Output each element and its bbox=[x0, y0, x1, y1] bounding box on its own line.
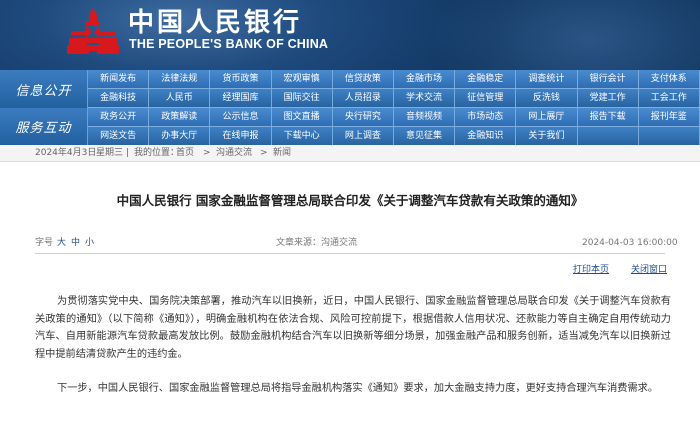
nav-item[interactable]: 音频视频 bbox=[394, 108, 456, 126]
nav-row-1: 新闻发布 法律法规 货币政策 宏观审慎 信贷政策 金融市场 金融稳定 调查统计 … bbox=[88, 70, 700, 89]
nav-item[interactable]: 宏观审慎 bbox=[272, 70, 333, 88]
source-label: 文章来源： bbox=[276, 238, 322, 248]
header-glow bbox=[430, 0, 700, 70]
font-small-link[interactable]: 小 bbox=[85, 237, 94, 249]
nav-row-2: 金融科技 人民币 经理国库 国际交往 人员招录 学术交流 征信管理 反洗钱 党建… bbox=[88, 89, 700, 108]
nav-item[interactable]: 党建工作 bbox=[578, 89, 639, 107]
pboc-emblem-icon[interactable] bbox=[66, 7, 120, 55]
close-window-link[interactable]: 关闭窗口 bbox=[631, 264, 667, 276]
nav-item[interactable]: 公示信息 bbox=[210, 108, 272, 126]
nav-section-service-label: 服务互动 bbox=[0, 108, 88, 145]
breadcrumb-location-label: 我的位置： bbox=[134, 148, 180, 158]
meta-divider bbox=[35, 253, 665, 254]
font-large-link[interactable]: 大 bbox=[57, 237, 66, 249]
breadcrumb-separator: | bbox=[126, 148, 130, 158]
nav-item[interactable]: 金融稳定 bbox=[455, 70, 517, 88]
site-title-cn: 中国人民银行 bbox=[128, 8, 303, 38]
nav-item[interactable]: 网上展厅 bbox=[516, 108, 578, 126]
nav-item[interactable]: 学术交流 bbox=[394, 89, 456, 107]
article-paragraph-2: 下一步，中国人民银行、国家金融监督管理总局将指导金融机构落实《通知》要求，加大金… bbox=[57, 383, 659, 394]
source-value: 沟通交流 bbox=[321, 238, 358, 248]
publish-datetime: 2024-04-03 16:00:00 bbox=[582, 238, 678, 248]
nav-item[interactable]: 新闻发布 bbox=[88, 70, 150, 88]
nav-item[interactable]: 在线申报 bbox=[210, 127, 272, 145]
nav-item[interactable]: 意见征集 bbox=[394, 127, 456, 145]
breadcrumb-arrow: > bbox=[260, 148, 268, 158]
nav-item[interactable]: 支付体系 bbox=[639, 70, 700, 88]
breadcrumb: 2024年4月3日 星期三 | 我的位置： 首页 > 沟通交流 > 新闻 bbox=[0, 145, 700, 162]
nav-item[interactable]: 银行会计 bbox=[578, 70, 639, 88]
nav-item[interactable]: 下载中心 bbox=[272, 127, 333, 145]
nav-section-info-label: 信息公开 bbox=[0, 70, 88, 108]
breadcrumb-home-link[interactable]: 首页 bbox=[176, 147, 194, 159]
nav-item-empty bbox=[578, 127, 639, 145]
nav-item[interactable]: 调查统计 bbox=[516, 70, 578, 88]
nav-item[interactable]: 网送文告 bbox=[88, 127, 150, 145]
nav-item[interactable]: 报刊年鉴 bbox=[639, 108, 700, 126]
nav-item[interactable]: 报告下载 bbox=[578, 108, 639, 126]
font-size-label: 字号 bbox=[35, 238, 54, 248]
breadcrumb-arrow: > bbox=[203, 148, 211, 158]
nav-item[interactable]: 金融市场 bbox=[394, 70, 456, 88]
nav-item[interactable]: 政务公开 bbox=[88, 108, 150, 126]
breadcrumb-level2-link[interactable]: 新闻 bbox=[273, 147, 291, 159]
nav-item[interactable]: 信贷政策 bbox=[333, 70, 394, 88]
nav-item[interactable]: 关于我们 bbox=[516, 127, 578, 145]
nav-item[interactable]: 图文直播 bbox=[272, 108, 333, 126]
article-paragraph-1: 为贯彻落实党中央、国务院决策部署，推动汽车以旧换新，近日，中国人民银行、国家金融… bbox=[35, 296, 671, 360]
nav-group-info: 信息公开 新闻发布 法律法规 货币政策 宏观审慎 信贷政策 金融市场 金融稳定 … bbox=[0, 70, 700, 108]
current-weekday: 星期三 bbox=[96, 148, 124, 158]
nav-item[interactable]: 国际交往 bbox=[272, 89, 333, 107]
nav-row-4: 网送文告 办事大厅 在线申报 下载中心 网上调查 意见征集 金融知识 关于我们 bbox=[88, 127, 700, 146]
nav-item[interactable]: 政策解读 bbox=[149, 108, 211, 126]
nav-item[interactable]: 征信管理 bbox=[455, 89, 517, 107]
print-page-link[interactable]: 打印本页 bbox=[573, 264, 609, 276]
nav-item[interactable]: 金融知识 bbox=[455, 127, 517, 145]
main-navigation: 信息公开 新闻发布 法律法规 货币政策 宏观审慎 信贷政策 金融市场 金融稳定 … bbox=[0, 70, 700, 146]
article-area: 中国人民银行 国家金融监督管理总局联合印发《关于调整汽车贷款有关政策的通知》 字… bbox=[0, 162, 700, 431]
nav-item[interactable]: 经理国库 bbox=[210, 89, 272, 107]
nav-item[interactable]: 人员招录 bbox=[333, 89, 394, 107]
nav-item[interactable]: 工会工作 bbox=[639, 89, 700, 107]
nav-item[interactable]: 人民币 bbox=[149, 89, 211, 107]
site-title-en: THE PEOPLE'S BANK OF CHINA bbox=[129, 37, 329, 51]
nav-row-3: 政务公开 政策解读 公示信息 图文直播 央行研究 音频视频 市场动态 网上展厅 … bbox=[88, 108, 700, 127]
nav-item[interactable]: 市场动态 bbox=[455, 108, 517, 126]
nav-group-service: 服务互动 政务公开 政策解读 公示信息 图文直播 央行研究 音频视频 市场动态 … bbox=[0, 108, 700, 146]
breadcrumb-level1-link[interactable]: 沟通交流 bbox=[216, 147, 252, 159]
current-date: 2024年4月3日 bbox=[35, 148, 97, 158]
nav-item[interactable]: 网上调查 bbox=[333, 127, 394, 145]
nav-item-empty bbox=[639, 127, 700, 145]
font-medium-link[interactable]: 中 bbox=[71, 237, 80, 249]
nav-item[interactable]: 办事大厅 bbox=[149, 127, 211, 145]
site-header: 中国人民银行 THE PEOPLE'S BANK OF CHINA bbox=[0, 0, 700, 70]
nav-item[interactable]: 反洗钱 bbox=[516, 89, 578, 107]
nav-item[interactable]: 货币政策 bbox=[210, 70, 272, 88]
nav-item[interactable]: 法律法规 bbox=[149, 70, 211, 88]
nav-item[interactable]: 金融科技 bbox=[88, 89, 150, 107]
nav-item[interactable]: 央行研究 bbox=[333, 108, 394, 126]
article-title: 中国人民银行 国家金融监督管理总局联合印发《关于调整汽车贷款有关政策的通知》 bbox=[116, 193, 584, 208]
